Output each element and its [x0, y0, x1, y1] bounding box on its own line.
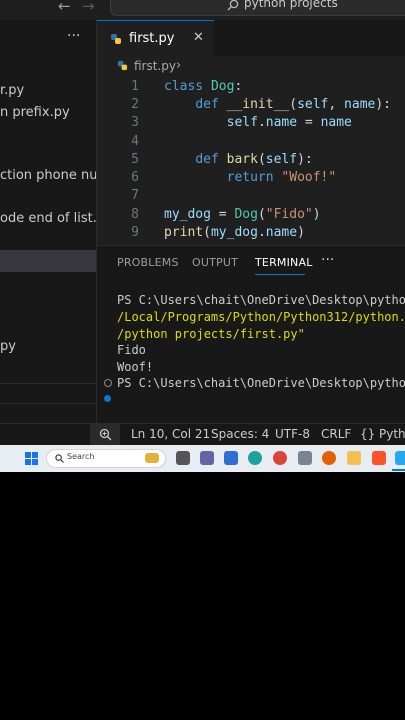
cursor-position[interactable]: Ln 10, Col 21 — [131, 427, 210, 441]
editor-tabs: first.py ✕ — [97, 20, 405, 56]
more-actions-icon[interactable]: ··· — [67, 28, 80, 44]
search-icon — [55, 454, 64, 463]
chrome-icon[interactable] — [273, 451, 287, 465]
line-number: 2 — [131, 97, 139, 112]
command-marker-icon — [104, 379, 112, 387]
zoom-indicator[interactable] — [90, 424, 120, 445]
code-line[interactable]: def __init__(self, name): — [164, 97, 391, 112]
indentation[interactable]: Spaces: 4 — [211, 427, 269, 441]
search-placeholder: Search — [67, 452, 95, 461]
taskbar: Search — [0, 445, 405, 472]
command-center-search[interactable]: python projects — [110, 0, 405, 16]
terminal-line: /Local/Programs/Python/Python312/python.… — [117, 310, 405, 324]
tab-terminal[interactable]: TERMINAL — [255, 256, 313, 269]
terminal-line: PS C:\Users\chait\OneDrive\Desktop\pytho… — [117, 293, 405, 307]
language-mode[interactable]: Pytho — [379, 427, 405, 441]
title-bar: ← → python projects — [0, 0, 405, 20]
teams-icon[interactable] — [200, 451, 214, 465]
python-file-icon — [111, 34, 121, 44]
line-number: 4 — [131, 134, 139, 149]
line-endings[interactable]: CRLF — [321, 427, 351, 441]
active-app-indicator — [392, 469, 405, 471]
tab-label: first.py — [129, 31, 175, 46]
code-line[interactable]: my_dog = Dog("Fido") — [164, 207, 321, 222]
python-file-icon — [117, 60, 128, 71]
search-text: python projects — [244, 0, 338, 10]
terminal-line: Fido — [117, 343, 146, 357]
command-marker-icon — [104, 395, 111, 402]
breadcrumb: first.py › — [97, 56, 405, 78]
status-bar: Ln 10, Col 21 Spaces: 4 UTF-8 CRLF {} Py… — [0, 423, 405, 445]
forward-arrow-icon[interactable]: → — [82, 0, 95, 15]
line-number: 1 — [131, 79, 139, 94]
tab-first-py[interactable]: first.py ✕ — [97, 20, 214, 56]
explorer-sidebar: ··· r.py n prefix.py ction phone num... … — [0, 20, 97, 423]
search-highlight-icon — [145, 453, 159, 463]
braces-icon[interactable]: {} — [360, 427, 375, 441]
line-number: 5 — [131, 152, 139, 167]
editor-area: first.py ✕ first.py › 1 2 3 4 5 6 7 8 9 … — [97, 20, 405, 245]
code-line[interactable]: class Dog: — [164, 79, 242, 94]
line-number: 8 — [131, 207, 139, 222]
bottom-panel: PROBLEMS OUTPUT TERMINAL ··· PS C:\Users… — [97, 245, 405, 423]
terminal-line: Woof! — [117, 360, 154, 374]
line-number: 3 — [131, 115, 139, 130]
code-line[interactable]: self.name = name — [164, 115, 352, 130]
file-item[interactable]: r.py — [0, 83, 24, 98]
file-item[interactable]: ction phone num... — [0, 168, 96, 183]
app-icon[interactable] — [298, 451, 312, 465]
code-line[interactable]: def bark(self): — [164, 152, 312, 167]
close-icon[interactable]: ✕ — [193, 30, 204, 45]
active-tab-underline — [255, 274, 305, 275]
windows-start-icon[interactable] — [25, 452, 38, 465]
divider — [0, 403, 96, 404]
search-icon — [227, 0, 239, 11]
line-number: 9 — [131, 225, 139, 240]
firefox-icon[interactable] — [322, 451, 336, 465]
encoding[interactable]: UTF-8 — [275, 427, 310, 441]
taskbar-search[interactable]: Search — [46, 449, 166, 468]
zoom-icon — [99, 428, 112, 441]
terminal-line: PS C:\Users\chait\OneDrive\Desktop\pytho… — [117, 376, 405, 390]
file-item[interactable]: py — [0, 339, 16, 354]
edge-icon[interactable] — [248, 451, 262, 465]
line-number: 7 — [131, 188, 139, 203]
brave-icon[interactable] — [372, 451, 386, 465]
terminal-line: /python projects/first.py" — [117, 327, 305, 341]
code-line[interactable]: print(my_dog.name) — [164, 225, 305, 240]
store-icon[interactable] — [224, 451, 238, 465]
file-item[interactable]: n prefix.py — [0, 105, 70, 120]
vscode-icon[interactable] — [395, 451, 405, 465]
breadcrumb-separator: › — [176, 58, 182, 73]
tab-output[interactable]: OUTPUT — [192, 256, 238, 269]
divider — [0, 383, 96, 384]
file-item[interactable]: ode end of list.py — [0, 211, 96, 226]
breadcrumb-file[interactable]: first.py — [134, 59, 176, 73]
tab-problems[interactable]: PROBLEMS — [117, 256, 179, 269]
line-number: 6 — [131, 170, 139, 185]
more-actions-icon[interactable]: ··· — [321, 252, 334, 268]
code-line[interactable]: return "Woof!" — [164, 170, 337, 185]
file-explorer-icon[interactable] — [347, 451, 361, 465]
selected-file-row[interactable] — [0, 250, 96, 272]
task-view-icon[interactable] — [176, 451, 190, 465]
back-arrow-icon[interactable]: ← — [58, 0, 71, 15]
